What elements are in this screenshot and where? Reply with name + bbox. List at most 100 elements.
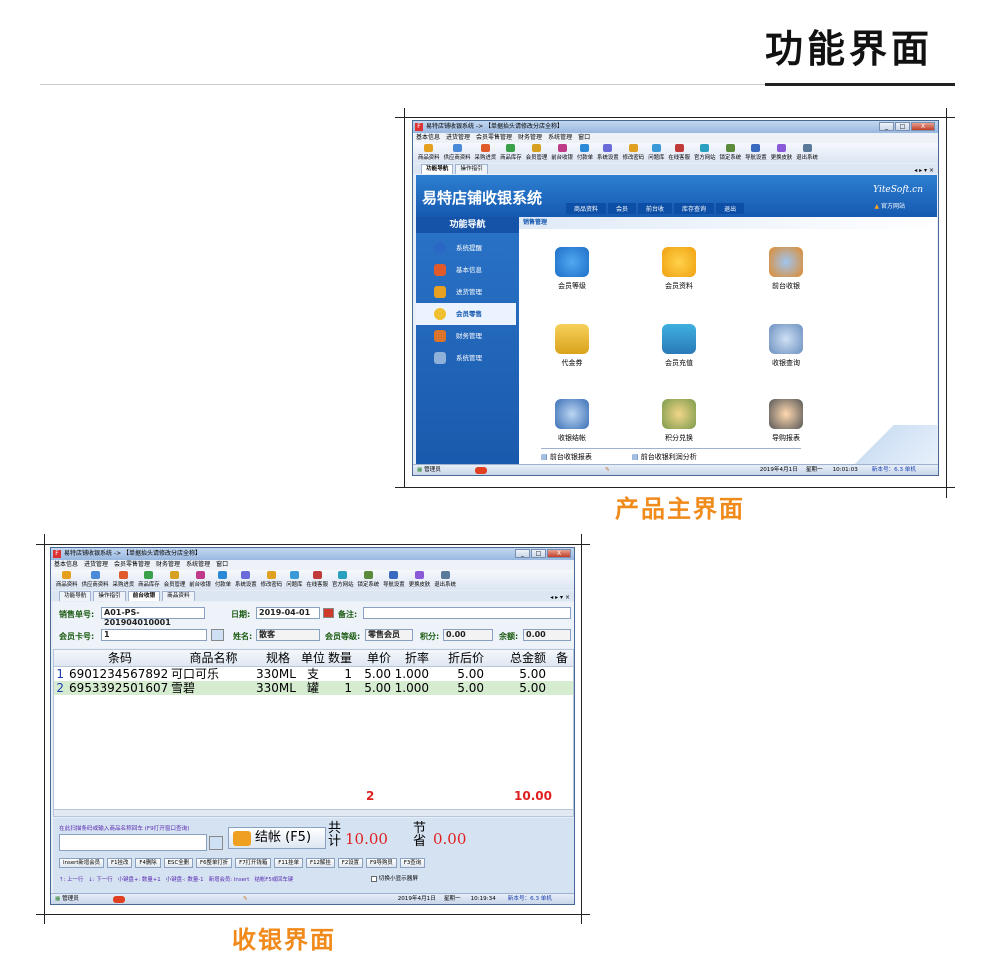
toolbar-button[interactable]: 付款单 xyxy=(575,143,595,163)
bill-no-field[interactable]: A01-PS-201904010001 xyxy=(101,607,205,627)
report-link[interactable]: ▤ 前台收银利润分析 xyxy=(632,452,697,462)
toolbar-button[interactable]: 更换皮肤 xyxy=(769,143,795,163)
tab-function-nav[interactable]: 功能导航 xyxy=(421,164,454,174)
hotkey-button[interactable]: F4删除 xyxy=(135,858,161,868)
menu-item[interactable]: 基本信息 xyxy=(416,133,440,143)
grid-item-cashier-query[interactable]: 收银查询 xyxy=(751,324,821,368)
menu-item[interactable]: 财务管理 xyxy=(518,133,542,143)
close-button[interactable]: X xyxy=(547,549,571,558)
tab-cashier[interactable]: 前台收银 xyxy=(127,591,161,601)
toolbar-button[interactable]: 官方网站 xyxy=(692,143,718,163)
grid-item-member-level[interactable]: 会员等级 xyxy=(537,247,607,291)
toolbar-button[interactable]: 更换皮肤 xyxy=(407,570,433,590)
date-field[interactable]: 2019-04-01 xyxy=(256,607,320,619)
menu-item[interactable]: 进货管理 xyxy=(446,133,470,143)
toolbar-button[interactable]: 商品库存 xyxy=(136,570,162,590)
toolbar-button[interactable]: 导航设置 xyxy=(381,570,407,590)
grid-item-settlement[interactable]: 收银结帐 xyxy=(537,399,607,443)
hotkey-button[interactable]: F9导购员 xyxy=(366,858,397,868)
display-toggle[interactable]: 切换小显示器屏 xyxy=(371,874,418,882)
points-field[interactable]: 0.00 xyxy=(443,629,493,641)
hotkey-button[interactable]: ESC全删 xyxy=(163,858,194,868)
minimize-button[interactable]: _ xyxy=(879,122,894,131)
grid-item-recharge[interactable]: 会员充值 xyxy=(644,324,714,368)
toolbar-button[interactable]: 系统设置 xyxy=(595,143,621,163)
toolbar-button[interactable]: 锁定系统 xyxy=(718,143,744,163)
hotkey-button[interactable]: F6整单打折 xyxy=(196,858,233,868)
calendar-icon[interactable] xyxy=(323,608,334,618)
grid-item-cashier[interactable]: 前台收银 xyxy=(751,247,821,291)
card-field[interactable]: 1 xyxy=(101,629,207,641)
toolbar-button[interactable]: 修改密码 xyxy=(259,570,285,590)
menu-item[interactable]: 财务管理 xyxy=(156,560,180,570)
toolbar-button[interactable]: 会员管理 xyxy=(524,143,550,163)
toolbar-button[interactable]: 退出系统 xyxy=(432,570,458,590)
toolbar-button[interactable]: 前台收银 xyxy=(187,570,213,590)
toggle-checkbox[interactable] xyxy=(371,875,377,882)
toolbar-button[interactable]: 商品库存 xyxy=(498,143,524,163)
table-row[interactable]: 2 6953392501607 雪碧 330ML 罐 1 5.00 1.000 … xyxy=(54,681,573,695)
maximize-button[interactable]: □ xyxy=(531,549,546,558)
toolbar-button[interactable]: 商品资料 xyxy=(54,570,80,590)
hotkey-button[interactable]: Insert新增会员 xyxy=(59,858,105,868)
toolbar-button[interactable]: 供应商资料 xyxy=(442,143,473,163)
toolbar-button[interactable]: 锁定系统 xyxy=(356,570,382,590)
banner-tab[interactable]: 会员 xyxy=(608,203,637,214)
level-field[interactable]: 零售会员 xyxy=(365,629,413,641)
tab-products[interactable]: 商品资料 xyxy=(162,591,195,601)
menu-item[interactable]: 会员零售管理 xyxy=(114,560,150,570)
toolbar-button[interactable]: 系统设置 xyxy=(233,570,259,590)
banner-tab[interactable]: 商品资料 xyxy=(566,203,607,214)
toolbar-button[interactable]: 问题库 xyxy=(646,143,666,163)
toolbar-button[interactable]: 采购进货 xyxy=(111,570,137,590)
name-field[interactable]: 散客 xyxy=(256,629,320,641)
toolbar-button[interactable]: 付款单 xyxy=(213,570,233,590)
maximize-button[interactable]: □ xyxy=(895,122,910,131)
hotkey-button[interactable]: F12解挂 xyxy=(305,858,335,868)
toolbar-button[interactable]: 退出系统 xyxy=(794,143,820,163)
menu-item[interactable]: 系统管理 xyxy=(548,133,572,143)
close-button[interactable]: X xyxy=(911,122,935,131)
toolbar-button[interactable]: 采购进货 xyxy=(473,143,499,163)
menu-item[interactable]: 系统管理 xyxy=(186,560,210,570)
toolbar-button[interactable]: 修改密码 xyxy=(621,143,647,163)
tab-controls[interactable]: ◂ ▸ ▾ × xyxy=(550,594,570,601)
home-link[interactable]: ▲ 官方网站 xyxy=(874,201,905,210)
nav-item-reminder[interactable]: 系统提醒 xyxy=(416,237,516,259)
scan-search-icon[interactable] xyxy=(209,836,223,850)
toolbar-button[interactable]: 前台收银 xyxy=(549,143,575,163)
banner-tab[interactable]: 库存查询 xyxy=(674,203,715,214)
menu-item[interactable]: 基本信息 xyxy=(54,560,78,570)
menu-item[interactable]: 会员零售管理 xyxy=(476,133,512,143)
menu-item[interactable]: 窗口 xyxy=(216,560,228,570)
nav-item-finance[interactable]: 财务管理 xyxy=(416,325,516,347)
grid-item-guide-report[interactable]: 导购报表 xyxy=(751,399,821,443)
grid-item-points[interactable]: 积分兑换 xyxy=(644,399,714,443)
nav-item-basic[interactable]: 基本信息 xyxy=(416,259,516,281)
checkout-button[interactable]: 结帐 (F5) xyxy=(228,827,326,849)
grid-item-voucher[interactable]: 代金券 xyxy=(537,324,607,368)
nav-item-member-retail[interactable]: 会员零售 xyxy=(416,303,516,325)
table-row[interactable]: 1 6901234567892 可口可乐 330ML 支 1 5.00 1.00… xyxy=(54,667,573,681)
tab-controls[interactable]: ◂ ▸ ▾ × xyxy=(914,167,934,174)
horizontal-scrollbar[interactable] xyxy=(54,809,573,816)
report-link[interactable]: ▤ 前台收银报表 xyxy=(541,452,592,462)
hotkey-button[interactable]: F1挂改 xyxy=(107,858,133,868)
scan-input[interactable] xyxy=(59,834,207,851)
remark-field[interactable] xyxy=(363,607,571,619)
toolbar-button[interactable]: 在线客服 xyxy=(304,570,330,590)
minimize-button[interactable]: _ xyxy=(515,549,530,558)
hotkey-button[interactable]: F11挂单 xyxy=(274,858,303,868)
tab-guide[interactable]: 操作指引 xyxy=(93,591,126,601)
member-search-icon[interactable] xyxy=(211,629,224,641)
hotkey-button[interactable]: F3查询 xyxy=(399,858,426,868)
tab-function-nav[interactable]: 功能导航 xyxy=(59,591,92,601)
nav-item-purchase[interactable]: 进货管理 xyxy=(416,281,516,303)
grid-item-member-info[interactable]: 会员资料 xyxy=(644,247,714,291)
banner-tab[interactable]: 前台收 xyxy=(638,203,673,214)
toolbar-button[interactable]: 官方网站 xyxy=(330,570,356,590)
tab-guide[interactable]: 操作指引 xyxy=(455,164,488,174)
menu-item[interactable]: 窗口 xyxy=(578,133,590,143)
toolbar-button[interactable]: 问题库 xyxy=(284,570,304,590)
toolbar-button[interactable]: 会员管理 xyxy=(162,570,188,590)
